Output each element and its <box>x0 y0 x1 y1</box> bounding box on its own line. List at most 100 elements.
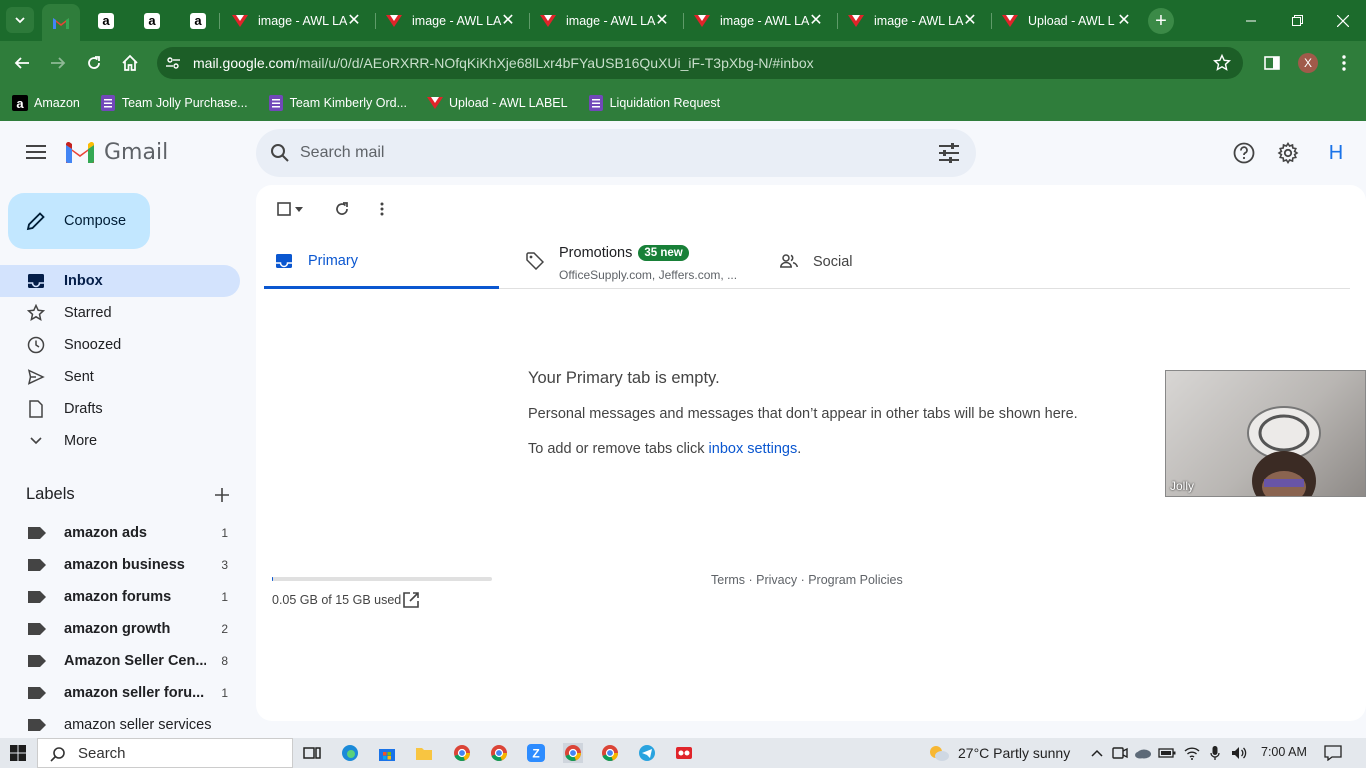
select-all-checkbox[interactable] <box>274 199 294 219</box>
label-item[interactable]: amazon seller foru... 1 <box>0 677 240 709</box>
mail-nav: Inbox Starred Snoozed Sent Drafts More <box>0 265 256 457</box>
close-tab-icon[interactable]: ✕ <box>808 12 824 29</box>
webcam-feed-image <box>1247 406 1321 496</box>
notifications-icon[interactable] <box>1323 743 1343 763</box>
settings-button[interactable] <box>1276 141 1300 165</box>
caret-down-icon <box>295 206 303 212</box>
nav-item-sent[interactable]: Sent <box>0 361 240 393</box>
label-item[interactable]: amazon growth 2 <box>0 613 240 645</box>
tab-amazon-2[interactable]: a <box>138 0 168 41</box>
tag-icon <box>525 251 545 271</box>
zoom-icon[interactable]: Z <box>526 743 546 763</box>
close-tab-icon[interactable]: ✕ <box>654 12 670 29</box>
chrome-icon[interactable] <box>452 743 472 763</box>
chrome-profile-avatar[interactable]: X <box>1298 53 1318 73</box>
tab-awl-image-4[interactable]: image - AWL LA ✕ <box>686 0 832 41</box>
open-in-new-icon[interactable] <box>402 591 420 609</box>
address-bar[interactable]: mail.google.com/mail/u/0/d/AEoRXRR-NOfqK… <box>157 47 1243 79</box>
nav-item-snoozed[interactable]: Snoozed <box>0 329 240 361</box>
file-explorer-icon[interactable] <box>414 743 434 763</box>
awl-favicon <box>848 13 864 29</box>
tab-search-button[interactable] <box>6 7 34 33</box>
tab-primary[interactable]: Primary <box>264 235 499 289</box>
chrome-profile-3-icon[interactable] <box>600 743 620 763</box>
edge-icon[interactable] <box>340 743 360 763</box>
select-options-dropdown[interactable] <box>292 199 306 219</box>
url-text: mail.google.com/mail/u/0/d/AEoRXRR-NOfqK… <box>193 55 814 71</box>
reload-button[interactable] <box>80 49 108 77</box>
close-tab-icon[interactable]: ✕ <box>346 12 362 29</box>
onedrive-icon[interactable] <box>1133 743 1153 763</box>
video-call-overlay[interactable]: Jolly <box>1165 370 1366 497</box>
google-account-avatar[interactable]: H <box>1320 137 1352 169</box>
site-info-icon[interactable] <box>165 55 181 71</box>
search-input[interactable] <box>300 137 900 169</box>
nav-item-more[interactable]: More <box>0 425 240 457</box>
microphone-icon[interactable] <box>1205 743 1225 763</box>
restore-button[interactable] <box>1274 0 1320 41</box>
bookmark-star-icon[interactable] <box>1213 54 1231 72</box>
tab-gmail[interactable] <box>42 4 80 41</box>
inbox-settings-link[interactable]: inbox settings <box>709 441 798 457</box>
home-button[interactable] <box>116 49 144 77</box>
chrome-profile-2-icon[interactable] <box>489 743 509 763</box>
gmail-logo[interactable]: Gmail <box>64 140 168 165</box>
taskbar-search-box[interactable]: Search <box>37 738 293 768</box>
side-panel-button[interactable] <box>1258 49 1286 77</box>
compose-button[interactable]: Compose <box>8 193 150 249</box>
label-item[interactable]: amazon ads 1 <box>0 517 240 549</box>
search-options-icon[interactable] <box>938 143 960 163</box>
bookmark-team-kimberly[interactable]: Team Kimberly Ord... <box>268 95 407 111</box>
battery-icon[interactable] <box>1157 743 1177 763</box>
tab-awl-upload[interactable]: Upload - AWL L ✕ <box>994 0 1140 41</box>
close-window-button[interactable] <box>1320 0 1366 41</box>
more-actions-button[interactable] <box>372 199 392 219</box>
back-button[interactable] <box>8 49 36 77</box>
create-label-button[interactable] <box>212 485 232 505</box>
label-item[interactable]: amazon seller services <box>0 709 240 741</box>
tab-amazon-1[interactable]: a <box>92 0 122 41</box>
weather-widget[interactable]: 27°C Partly sunny <box>928 744 1070 762</box>
telegram-icon[interactable] <box>637 743 657 763</box>
tab-awl-image-5[interactable]: image - AWL LA ✕ <box>840 0 986 41</box>
nav-item-inbox[interactable]: Inbox <box>0 265 240 297</box>
minimize-button[interactable] <box>1228 0 1274 41</box>
tab-amazon-3[interactable]: a <box>184 0 214 41</box>
tab-awl-image-3[interactable]: image - AWL LA ✕ <box>532 0 678 41</box>
show-hidden-icons-button[interactable] <box>1087 743 1107 763</box>
bookmark-amazon[interactable]: a Amazon <box>12 95 80 111</box>
new-tab-button[interactable]: + <box>1148 8 1174 34</box>
close-tab-icon[interactable]: ✕ <box>962 12 978 29</box>
label-item[interactable]: Amazon Seller Cen... 8 <box>0 645 240 677</box>
footer-links[interactable]: Terms · Privacy · Program Policies <box>711 573 903 587</box>
support-button[interactable] <box>1232 141 1256 165</box>
search-icon[interactable] <box>270 143 290 163</box>
label-item[interactable]: amazon forums 1 <box>0 581 240 613</box>
close-tab-icon[interactable]: ✕ <box>500 12 516 29</box>
windows-start-icon[interactable] <box>10 745 26 761</box>
tab-social[interactable]: Social <box>769 235 1004 289</box>
volume-icon[interactable] <box>1229 743 1249 763</box>
store-icon[interactable] <box>377 743 397 763</box>
main-menu-button[interactable] <box>22 138 50 166</box>
close-tab-icon[interactable]: ✕ <box>1116 12 1132 29</box>
chrome-active-icon[interactable] <box>563 743 583 763</box>
tab-awl-image-1[interactable]: image - AWL LA ✕ <box>224 0 370 41</box>
menu-icon <box>26 145 46 159</box>
refresh-button[interactable] <box>332 199 352 219</box>
bookmark-upload-awl[interactable]: Upload - AWL LABEL <box>427 95 568 111</box>
tab-promotions[interactable]: Promotions 35 new OfficeSupply.com, Jeff… <box>515 235 765 289</box>
task-view-icon[interactable] <box>302 743 322 763</box>
snipping-tool-icon[interactable] <box>674 743 694 763</box>
bookmark-liquidation[interactable]: Liquidation Request <box>588 95 720 111</box>
restore-icon <box>1291 15 1303 26</box>
meet-now-icon[interactable] <box>1110 743 1130 763</box>
forward-button[interactable] <box>44 49 72 77</box>
bookmark-team-jolly[interactable]: Team Jolly Purchase... <box>100 95 248 111</box>
chrome-menu-button[interactable] <box>1330 49 1358 77</box>
tab-awl-image-2[interactable]: image - AWL LA ✕ <box>378 0 524 41</box>
label-item[interactable]: amazon business 3 <box>0 549 240 581</box>
wifi-icon[interactable] <box>1182 743 1202 763</box>
nav-item-drafts[interactable]: Drafts <box>0 393 240 425</box>
nav-item-starred[interactable]: Starred <box>0 297 240 329</box>
